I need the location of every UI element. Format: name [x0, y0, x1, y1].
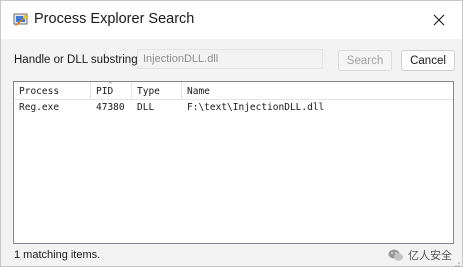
resize-grip[interactable]: [451, 255, 461, 267]
close-button[interactable]: [416, 1, 462, 39]
column-header-pid[interactable]: ^ PID: [91, 81, 132, 99]
status-bar: 1 matching items. 亿人安全: [1, 246, 462, 266]
search-button[interactable]: Search: [338, 50, 392, 71]
search-input[interactable]: InjectionDLL.dll: [137, 49, 323, 69]
window-title: Process Explorer Search: [34, 11, 195, 27]
cancel-button[interactable]: Cancel: [401, 50, 455, 71]
cell-type: DLL: [137, 102, 155, 113]
close-icon: [433, 14, 445, 26]
column-header-name[interactable]: Name: [182, 82, 453, 99]
status-text: 1 matching items.: [14, 249, 101, 261]
cell-process: Reg.exe: [19, 102, 60, 113]
column-header-process[interactable]: Process: [14, 82, 91, 99]
results-list[interactable]: Process ^ PID Type Name Reg.exe 47380 DL…: [13, 81, 454, 244]
wechat-icon: [388, 249, 403, 261]
process-explorer-icon: [13, 12, 29, 28]
watermark-text: 亿人安全: [408, 250, 452, 262]
cell-name: F:\text\InjectionDLL.dll: [187, 102, 325, 113]
handle-dll-label: Handle or DLL substring:: [14, 54, 141, 66]
column-header-type[interactable]: Type: [132, 82, 182, 99]
watermark: 亿人安全: [388, 247, 452, 263]
sort-up-icon: ^: [108, 81, 113, 89]
table-row[interactable]: Reg.exe 47380 DLL F:\text\InjectionDLL.d…: [14, 100, 453, 114]
list-header: Process ^ PID Type Name: [14, 81, 453, 100]
search-dialog: Process Explorer Search Handle or DLL su…: [0, 0, 463, 267]
title-bar[interactable]: Process Explorer Search: [1, 1, 462, 39]
cell-pid: 47380: [96, 102, 125, 113]
